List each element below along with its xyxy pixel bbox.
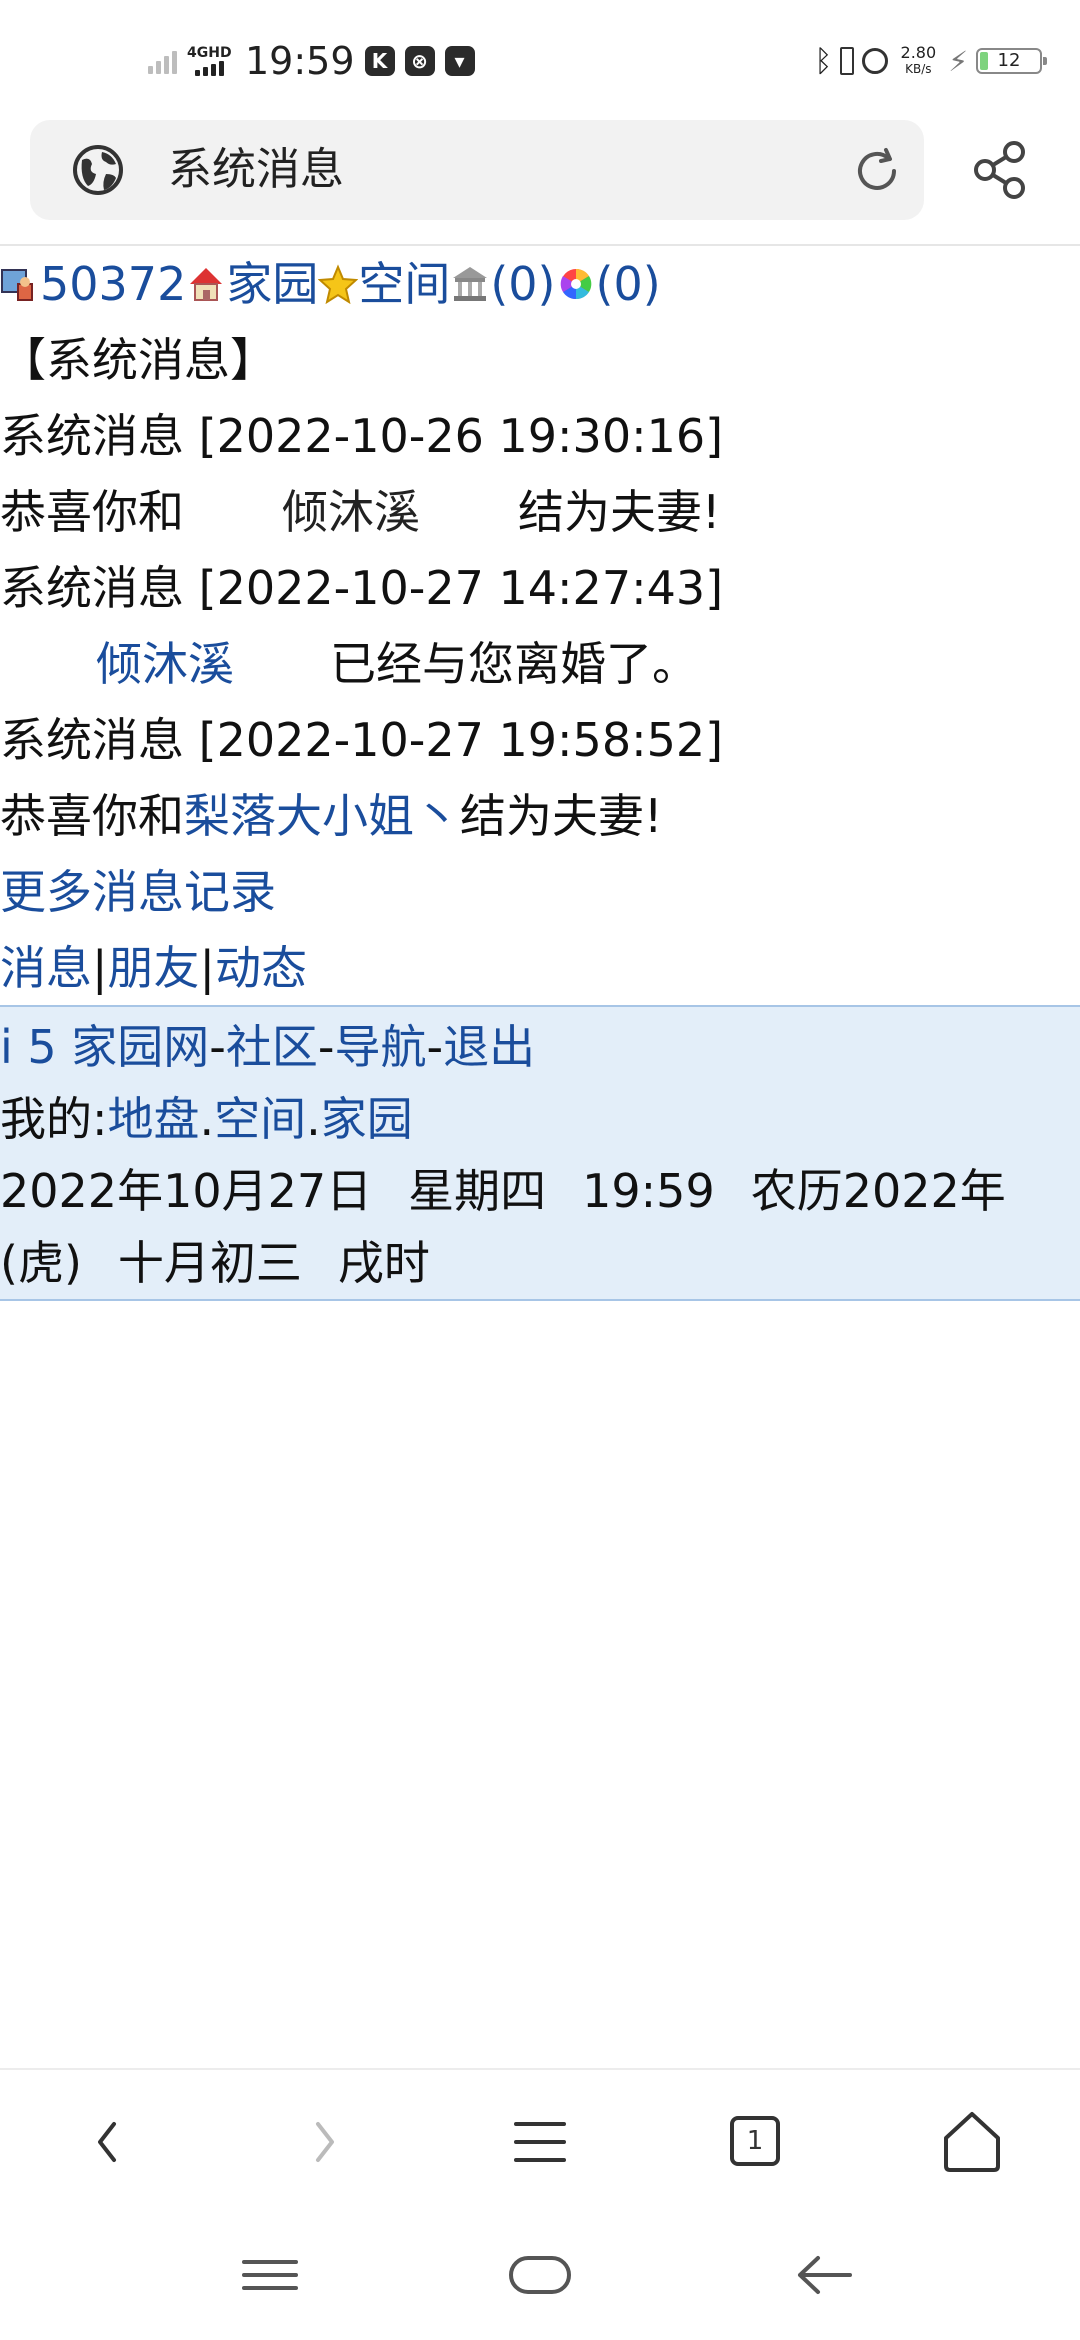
separator: | xyxy=(199,941,216,995)
network-type: 4GHD xyxy=(187,46,232,76)
menu-icon[interactable] xyxy=(498,2100,582,2184)
share-icon[interactable] xyxy=(970,138,1030,202)
space-link[interactable]: 空间 xyxy=(358,257,450,311)
reload-icon[interactable] xyxy=(850,144,904,198)
signal-sim1-icon xyxy=(194,60,224,76)
section-heading: 【系统消息】 xyxy=(0,333,276,387)
top-nav: 50372 家园 空间 (0) (0) xyxy=(0,246,1080,322)
message-prefix: 恭喜你和 xyxy=(0,789,184,843)
lunar-date-text: 十月初三 xyxy=(117,1236,302,1290)
color-wheel-icon xyxy=(556,250,596,300)
vibrate-icon xyxy=(840,47,855,75)
star-icon xyxy=(317,250,359,305)
navigation-link[interactable]: 导航 xyxy=(335,1020,427,1074)
bank-count-link[interactable]: (0) xyxy=(490,257,555,311)
system-home-icon[interactable] xyxy=(508,2250,572,2300)
footer-nav: i 5 家园网-社区-导航-退出 xyxy=(0,1011,1080,1083)
message-suffix: 结为夫妻! xyxy=(518,485,721,539)
color-count-link[interactable]: (0) xyxy=(596,257,661,311)
page-content: 50372 家园 空间 (0) (0) 【系统消息】 系统消息 [2022-10… xyxy=(0,246,1080,1006)
message-prefix: 恭喜你和 xyxy=(0,485,184,539)
my-home-link[interactable]: 家园 xyxy=(321,1092,413,1146)
my-territory-link[interactable]: 地盘 xyxy=(108,1092,200,1146)
page-title: 系统消息 xyxy=(168,144,344,195)
footer-date: 2022年10月27日 星期四 19:59 农历2022年 xyxy=(0,1155,1080,1227)
message-body: 恭喜你和 倾沐溪 结为夫妻! xyxy=(0,474,1080,550)
forward-icon[interactable] xyxy=(282,2100,366,2184)
footer-lunar: (虎) 十月初三 戌时 xyxy=(0,1227,1080,1299)
message-header: 系统消息 [2022-10-26 19:30:16] xyxy=(0,409,724,463)
status-bar: 4GHD 19:59 K ⊗ ▾ ᛒ 2.80 KB/s ⚡ 12 xyxy=(0,0,1080,118)
separator: - xyxy=(426,1020,444,1074)
bluetooth-icon: ᛒ xyxy=(814,43,833,79)
tab-messages[interactable]: 消息 xyxy=(0,941,92,995)
lunar-year-text: 农历2022年 xyxy=(750,1164,1006,1218)
network-speed: 2.80 KB/s xyxy=(900,43,937,77)
spouse-name-link[interactable]: 倾沐溪 xyxy=(96,637,234,691)
app-k-icon: K xyxy=(364,46,395,76)
zodiac-text: (虎) xyxy=(0,1236,82,1290)
lunar-hour-text: 戌时 xyxy=(337,1236,430,1290)
separator: - xyxy=(317,1020,335,1074)
charging-icon: ⚡ xyxy=(948,44,968,78)
address-bar[interactable]: 系统消息 xyxy=(30,120,924,220)
spouse-name: 倾沐溪 xyxy=(282,485,420,539)
home-icon[interactable] xyxy=(930,2100,1014,2184)
footer-my-links: 我的:地盘.空间.家园 xyxy=(0,1083,1080,1155)
battery-icon: 12 xyxy=(976,48,1047,74)
logout-link[interactable]: 退出 xyxy=(443,1020,535,1074)
user-computer-icon xyxy=(0,250,40,301)
globe-icon xyxy=(73,145,123,195)
tab-friends[interactable]: 朋友 xyxy=(108,941,200,995)
app-mail-icon: ▾ xyxy=(444,46,475,76)
home-house-icon xyxy=(186,250,226,301)
separator: . xyxy=(306,1092,321,1146)
user-id-link[interactable]: 50372 xyxy=(40,257,186,311)
date-text: 2022年10月27日 xyxy=(0,1164,373,1218)
system-back-icon[interactable] xyxy=(794,2250,854,2300)
more-messages-link[interactable]: 更多消息记录 xyxy=(0,865,276,919)
recent-apps-icon[interactable] xyxy=(240,2250,300,2300)
message-suffix: 已经与您离婚了。 xyxy=(330,637,698,691)
tab-links: 消息|朋友|动态 xyxy=(0,930,1080,1006)
message-body: 倾沐溪 已经与您离婚了。 xyxy=(0,626,1080,702)
message-header: 系统消息 [2022-10-27 19:58:52] xyxy=(0,713,724,767)
site-footer: i 5 家园网-社区-导航-退出 我的:地盘.空间.家园 2022年10月27日… xyxy=(0,1005,1080,1301)
message-body: 恭喜你和梨落大小姐丶结为夫妻! xyxy=(0,778,1080,854)
tabs-icon: 1 xyxy=(730,2116,780,2166)
system-navigation-bar xyxy=(0,2212,1080,2340)
weekday-text: 星期四 xyxy=(408,1164,547,1218)
my-space-link[interactable]: 空间 xyxy=(214,1092,306,1146)
site-home-link[interactable]: i 5 家园网 xyxy=(0,1020,209,1074)
back-icon[interactable] xyxy=(66,2100,150,2184)
tabs-button[interactable]: 1 xyxy=(714,2100,798,2184)
browser-header: 系统消息 xyxy=(0,118,1080,246)
home-link[interactable]: 家园 xyxy=(226,257,318,311)
separator: - xyxy=(209,1020,226,1074)
alarm-icon xyxy=(862,48,889,74)
time-text: 19:59 xyxy=(582,1164,715,1218)
separator: . xyxy=(199,1092,215,1146)
status-time: 19:59 xyxy=(245,39,355,83)
tab-activity[interactable]: 动态 xyxy=(215,941,307,995)
separator: | xyxy=(92,941,108,995)
signal-sim2-icon xyxy=(148,48,177,74)
bank-icon xyxy=(450,250,490,301)
my-label: 我的: xyxy=(0,1092,108,1146)
community-link[interactable]: 社区 xyxy=(226,1020,318,1074)
app-scissors-icon: ⊗ xyxy=(404,46,435,76)
message-header: 系统消息 [2022-10-27 14:27:43] xyxy=(0,561,724,615)
spouse-name-link[interactable]: 梨落大小姐丶 xyxy=(184,789,460,843)
message-suffix: 结为夫妻! xyxy=(460,789,663,843)
browser-toolbar: 1 xyxy=(0,2068,1080,2214)
